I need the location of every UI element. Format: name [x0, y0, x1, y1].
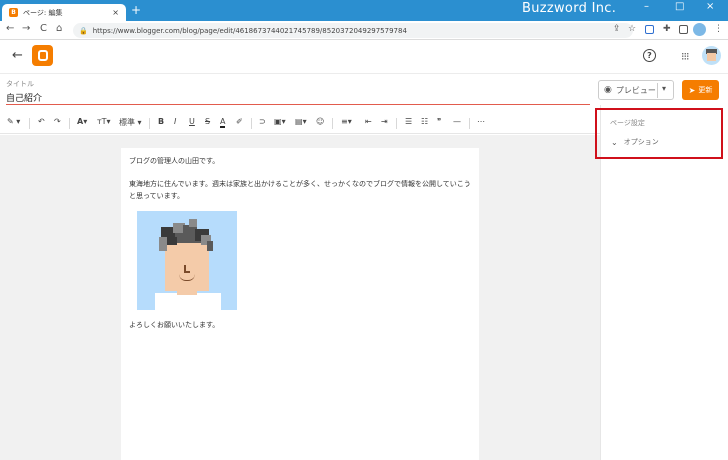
redo-icon[interactable]: ↷: [54, 117, 61, 126]
avatar[interactable]: [702, 46, 721, 65]
app-header: ← ? ⁝⁝⁝: [0, 40, 728, 74]
undo-icon[interactable]: ↶: [38, 117, 45, 126]
indent-more-icon[interactable]: ⇥: [381, 117, 388, 126]
back-arrow-icon[interactable]: ←: [12, 48, 23, 63]
sidepanel-icon[interactable]: [679, 25, 688, 34]
extension-icon[interactable]: [645, 25, 654, 34]
update-button[interactable]: ➤ 更新: [682, 80, 719, 100]
preview-label: プレビュー: [615, 85, 656, 95]
blogger-logo-icon[interactable]: [32, 45, 53, 66]
puzzle-icon[interactable]: ✚: [663, 24, 671, 34]
indent-less-icon[interactable]: ⇤: [365, 117, 372, 126]
minimize-button[interactable]: –: [644, 1, 649, 12]
emoji-icon[interactable]: ☺: [316, 117, 324, 126]
profile-image[interactable]: [137, 211, 237, 310]
link-icon[interactable]: ⊃: [259, 117, 266, 126]
paragraph-2[interactable]: 東海地方に住んでいます。週末は家族と出かけることが多く、せっかくなのでブログで情…: [129, 178, 474, 202]
video-icon[interactable]: ▤▾: [295, 117, 307, 126]
home-icon[interactable]: ⌂: [56, 23, 62, 34]
strikethrough-icon[interactable]: S: [205, 117, 210, 126]
profile-icon[interactable]: [693, 23, 706, 36]
url-text: https://www.blogger.com/blog/page/edit/4…: [92, 26, 407, 35]
highlight-annotation-box: [595, 108, 723, 159]
share-icon[interactable]: ⇪: [613, 24, 621, 34]
url-field[interactable]: 🔒 https://www.blogger.com/blog/page/edit…: [73, 23, 633, 38]
align-icon[interactable]: ≡▾: [341, 117, 352, 126]
browser-tab[interactable]: B ページ: 編集 ×: [2, 4, 126, 21]
tab-close-icon[interactable]: ×: [112, 8, 119, 17]
bullet-list-icon[interactable]: ☰: [405, 117, 412, 126]
new-tab-button[interactable]: +: [131, 3, 141, 17]
eye-icon: ◉: [604, 85, 612, 95]
close-window-button[interactable]: ×: [706, 1, 714, 12]
forward-nav-icon[interactable]: →: [22, 23, 30, 34]
numbered-list-icon[interactable]: ☷: [421, 117, 428, 126]
editor-toolbar: ✎ ▾ ↶ ↷ A▾ ᴛT▾ 標準 ▾ B I U S A ✐ ⊃ ▣▾ ▤▾ …: [0, 112, 600, 134]
brand-watermark: Buzzword Inc.: [522, 1, 617, 16]
highlight-icon[interactable]: ✐: [236, 117, 243, 126]
reload-icon[interactable]: C: [40, 23, 47, 34]
text-color-icon[interactable]: A: [220, 117, 226, 128]
update-label: 更新: [698, 86, 713, 94]
italic-icon[interactable]: I: [174, 117, 176, 126]
font-size-icon[interactable]: ᴛT▾: [97, 117, 111, 126]
menu-icon[interactable]: ⋮: [714, 24, 723, 34]
blogger-favicon-icon: B: [9, 8, 18, 17]
paragraph-1[interactable]: ブログの管理人の山田です。: [129, 155, 469, 167]
apps-grid-icon[interactable]: ⁝⁝⁝: [681, 50, 689, 63]
star-icon[interactable]: ☆: [628, 24, 636, 34]
preview-dropdown-icon[interactable]: ▾: [662, 84, 666, 93]
tab-title: ページ: 編集: [23, 8, 63, 17]
pen-mode-icon[interactable]: ✎ ▾: [7, 117, 20, 126]
browser-tab-bar: B ページ: 編集 × + Buzzword Inc. – □ ×: [0, 0, 728, 21]
title-label: タイトル: [6, 80, 34, 88]
address-bar-row: ← → C ⌂ 🔒 https://www.blogger.com/blog/p…: [0, 21, 728, 40]
preview-button[interactable]: ◉ プレビュー ▾: [598, 80, 674, 100]
maximize-button[interactable]: □: [675, 1, 684, 12]
paragraph-3[interactable]: よろしくお願いいたします。: [129, 319, 469, 331]
bold-icon[interactable]: B: [158, 117, 164, 126]
image-icon[interactable]: ▣▾: [274, 117, 286, 126]
font-family-icon[interactable]: A▾: [77, 117, 87, 126]
underline-icon[interactable]: U: [189, 117, 195, 126]
title-input[interactable]: 自己紹介: [6, 91, 42, 104]
help-icon[interactable]: ?: [643, 49, 656, 62]
back-nav-icon[interactable]: ←: [6, 23, 14, 34]
divider-icon[interactable]: —: [453, 117, 461, 126]
title-underline: [6, 104, 590, 105]
send-icon: ➤: [688, 85, 696, 95]
more-options-icon[interactable]: ⋯: [477, 117, 485, 126]
lock-icon: 🔒: [79, 26, 88, 35]
paragraph-style-dropdown[interactable]: 標準 ▾: [119, 117, 142, 128]
quote-icon[interactable]: ❞: [437, 117, 441, 126]
